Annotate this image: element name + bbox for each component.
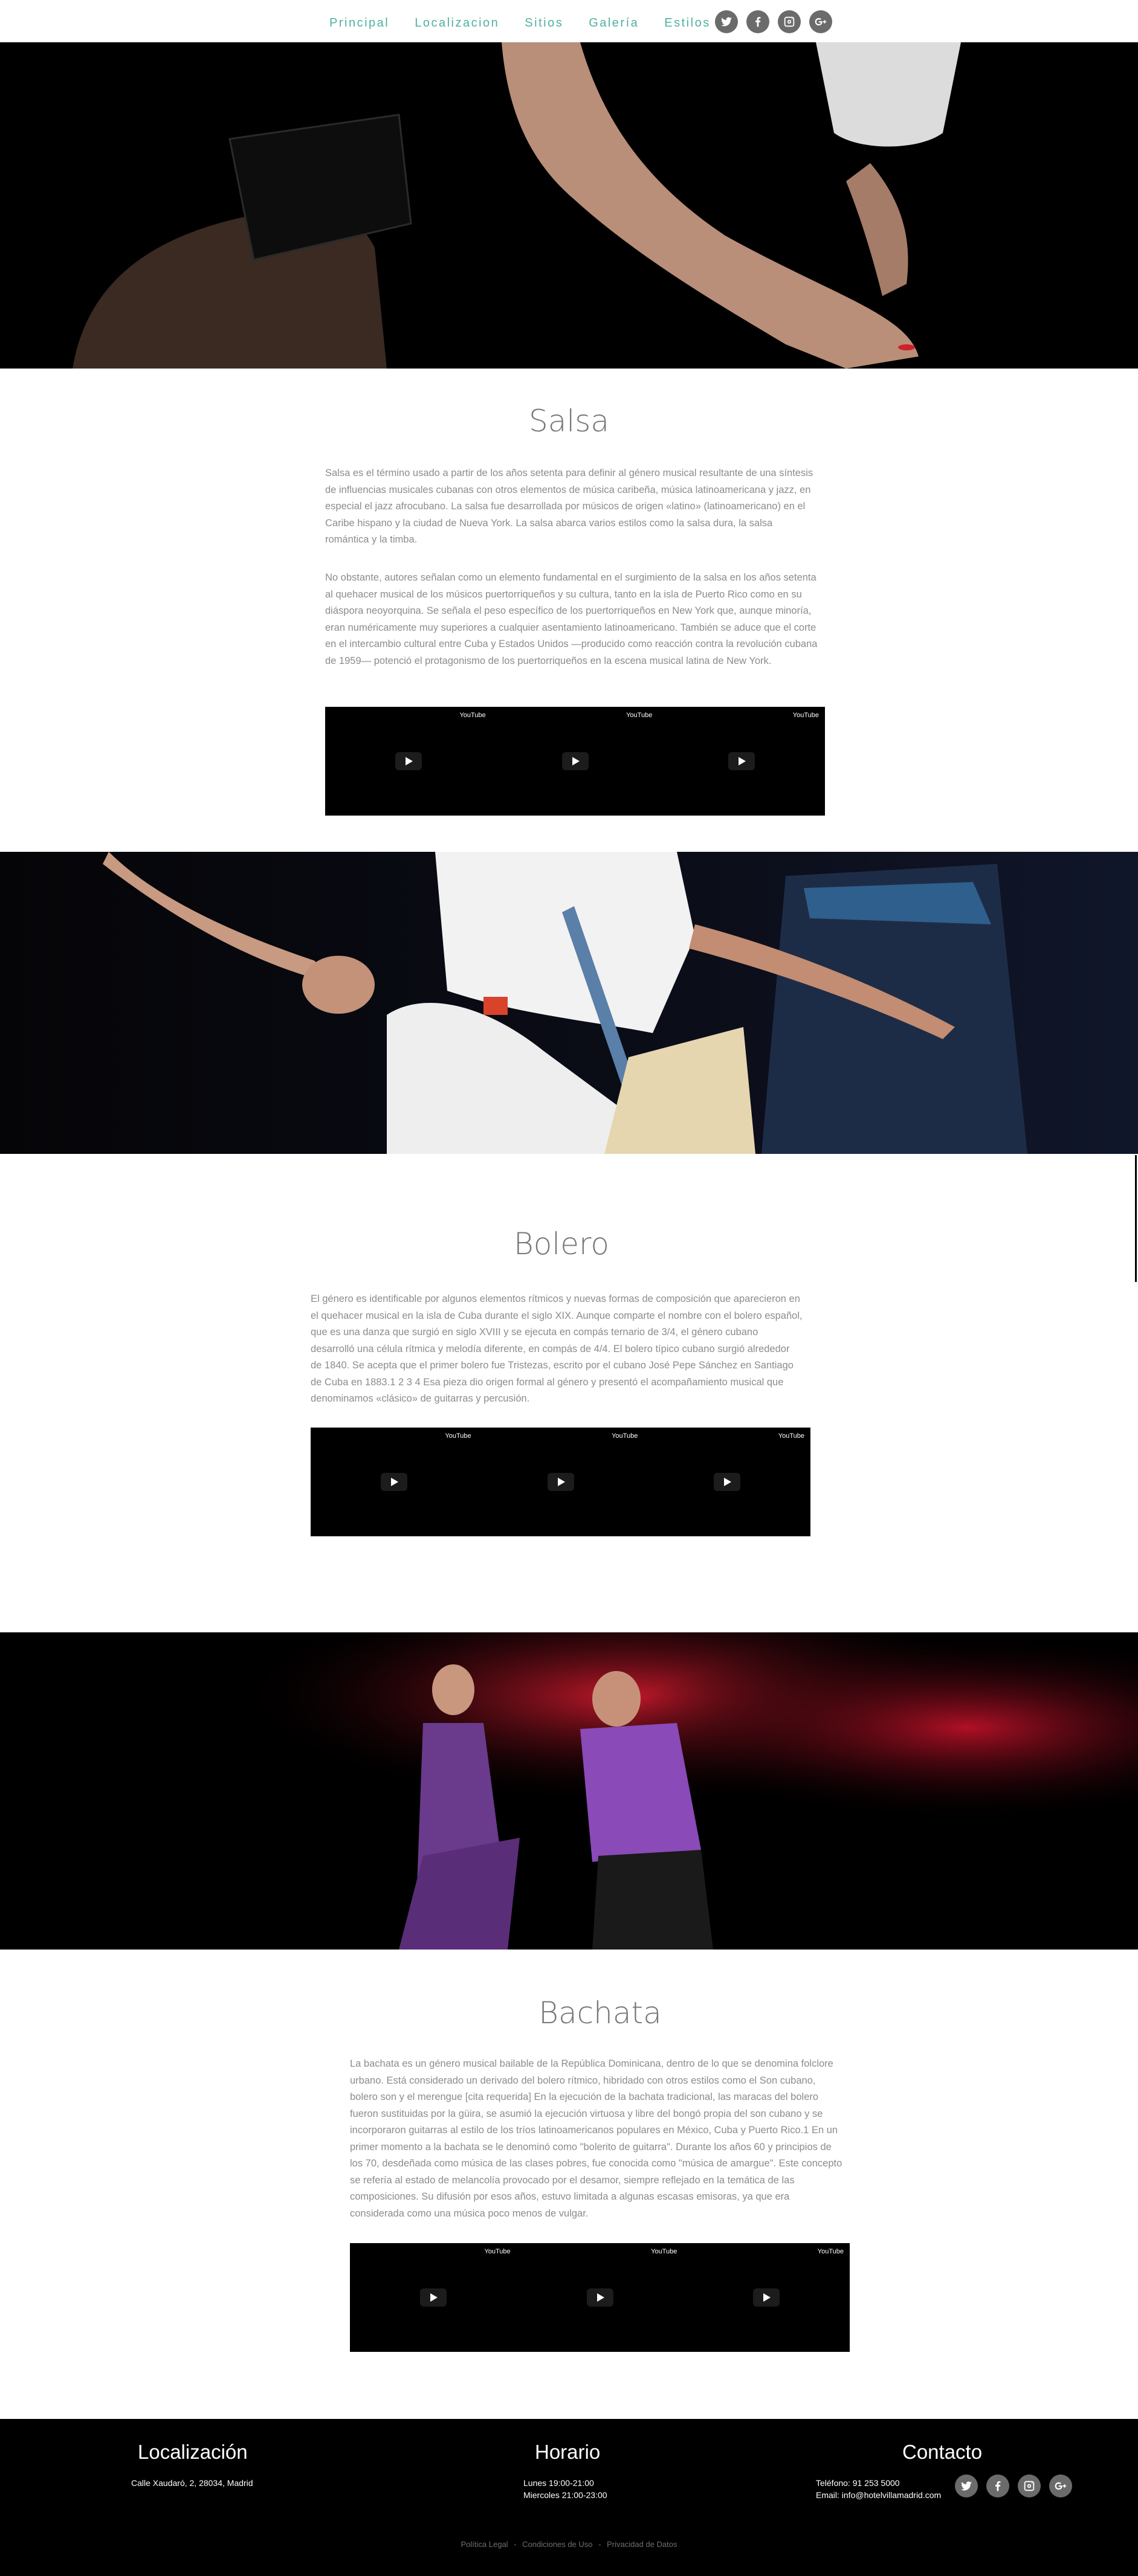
hero-image-salsa: [0, 42, 1138, 369]
play-icon[interactable]: [419, 2288, 447, 2307]
salsa-paragraph-1: Salsa es el término usado a partir de lo…: [325, 468, 813, 545]
instagram-icon[interactable]: [778, 10, 801, 33]
play-icon[interactable]: [561, 752, 589, 770]
bachata-video-row: YouTube YouTube YouTube: [350, 2243, 850, 2352]
twitter-icon[interactable]: [955, 2475, 978, 2497]
video-embed[interactable]: YouTube: [492, 707, 659, 816]
legal-separator: -: [514, 2540, 517, 2549]
video-embed[interactable]: YouTube: [350, 2243, 517, 2352]
nav-link-galeria[interactable]: Galería: [589, 16, 639, 30]
twitter-icon[interactable]: [715, 10, 738, 33]
nav-links: Principal Localizacion Sitios Galería Es…: [329, 16, 736, 30]
play-icon[interactable]: [395, 752, 422, 770]
google-plus-icon[interactable]: [1049, 2475, 1072, 2497]
youtube-label: YouTube: [445, 1432, 471, 1440]
play-icon[interactable]: [586, 2288, 613, 2307]
video-embed[interactable]: YouTube: [517, 2243, 684, 2352]
footer-social-icons: [955, 2475, 1072, 2497]
edge-divider: [1135, 1155, 1137, 1282]
hero-image-bolero: [0, 852, 1138, 1154]
instagram-icon[interactable]: [1018, 2475, 1041, 2497]
nav-link-estilos[interactable]: Estilos: [664, 16, 710, 30]
top-nav: Principal Localizacion Sitios Galería Es…: [0, 0, 1138, 42]
footer-contact-title: Contacto: [902, 2441, 983, 2463]
nav-link-localizacion[interactable]: Localizacion: [415, 16, 499, 30]
google-plus-icon[interactable]: [809, 10, 832, 33]
nav-link-sitios[interactable]: Sitios: [525, 16, 563, 30]
play-icon[interactable]: [753, 2288, 780, 2307]
footer-hours-line1: Lunes 19:00-21:00: [523, 2478, 594, 2488]
bachata-paragraph-1: La bachata es un género musical bailable…: [350, 2058, 842, 2219]
legal-link-privacidad[interactable]: Privacidad de Datos: [607, 2540, 677, 2549]
video-embed[interactable]: YouTube: [683, 2243, 850, 2352]
nav-link-principal[interactable]: Principal: [329, 16, 389, 30]
video-embed[interactable]: YouTube: [658, 707, 825, 816]
youtube-label: YouTube: [778, 1432, 805, 1440]
video-embed[interactable]: YouTube: [311, 1428, 477, 1536]
video-embed[interactable]: YouTube: [325, 707, 492, 816]
footer-email[interactable]: Email: info@hotelvillamadrid.com: [816, 2489, 941, 2501]
section-title-salsa: Salsa: [529, 404, 609, 439]
play-icon[interactable]: [380, 1473, 407, 1491]
play-icon[interactable]: [547, 1473, 574, 1491]
legal-link-politica[interactable]: Política Legal: [461, 2540, 508, 2549]
youtube-label: YouTube: [817, 2248, 844, 2255]
youtube-label: YouTube: [792, 712, 820, 719]
section-title-bachata: Bachata: [538, 1995, 662, 2030]
footer-phone[interactable]: Teléfono: 91 253 5000: [816, 2477, 900, 2489]
youtube-label: YouTube: [459, 712, 486, 719]
legal-link-condiciones[interactable]: Condiciones de Uso: [522, 2540, 592, 2549]
youtube-label: YouTube: [651, 2248, 677, 2255]
legal-separator: -: [598, 2540, 601, 2549]
video-embed[interactable]: YouTube: [644, 1428, 810, 1536]
footer-hours-line2: Miercoles 21:00-23:00: [523, 2490, 607, 2500]
bolero-paragraph-1: El género es identificable por algunos e…: [311, 1293, 803, 1404]
facebook-icon[interactable]: [746, 10, 769, 33]
play-icon[interactable]: [714, 1473, 741, 1491]
salsa-video-row: YouTube YouTube YouTube: [325, 707, 825, 816]
youtube-label: YouTube: [626, 712, 653, 719]
salsa-paragraph-2: No obstante, autores señalan como un ele…: [325, 572, 818, 666]
youtube-label: YouTube: [484, 2248, 511, 2255]
youtube-label: YouTube: [612, 1432, 638, 1440]
footer-location-title: Localización: [138, 2441, 248, 2463]
play-icon[interactable]: [728, 752, 755, 770]
footer-legal-links: Política Legal - Condiciones de Uso - Pr…: [0, 2540, 1138, 2549]
footer-address: Calle Xaudaró, 2, 28034, Madrid: [131, 2478, 253, 2488]
footer: Localización Calle Xaudaró, 2, 28034, Ma…: [0, 2419, 1138, 2576]
hero-image-bachata: [0, 1632, 1138, 1950]
nav-social-icons: [715, 10, 832, 33]
bolero-video-row: YouTube YouTube YouTube: [311, 1428, 810, 1536]
video-embed[interactable]: YouTube: [477, 1428, 644, 1536]
section-title-bolero: Bolero: [513, 1226, 610, 1261]
facebook-icon[interactable]: [986, 2475, 1009, 2497]
footer-hours-title: Horario: [535, 2441, 601, 2463]
